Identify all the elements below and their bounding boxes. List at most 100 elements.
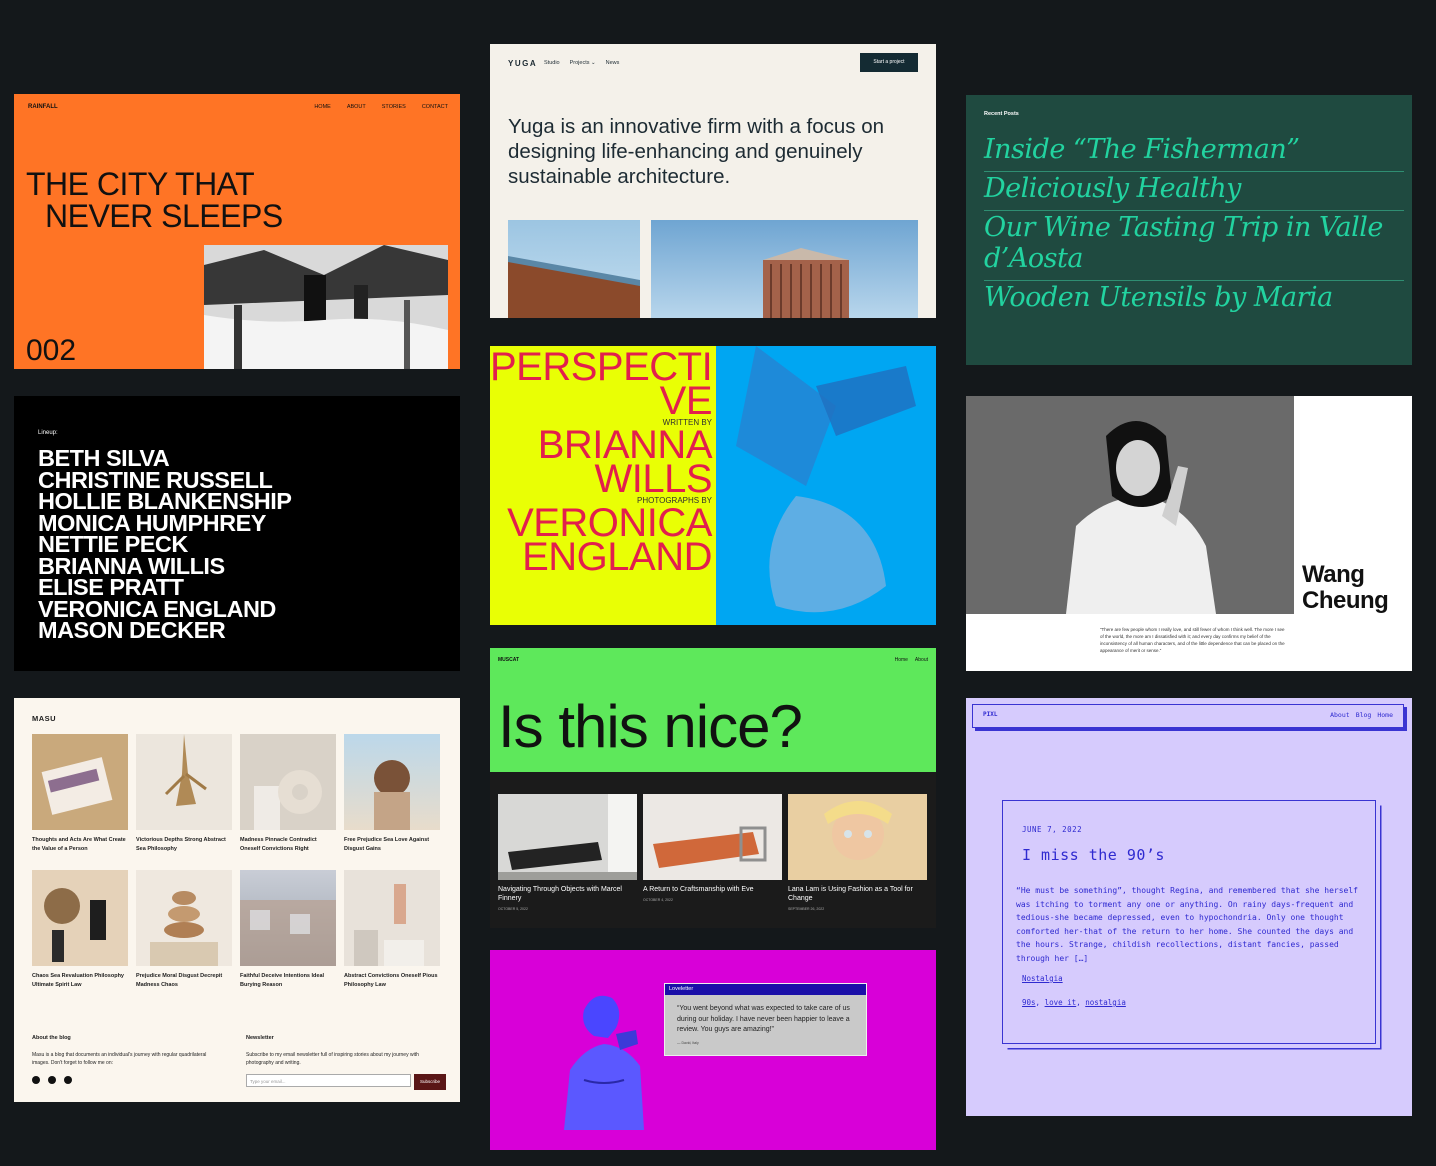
nav-item-home[interactable]: HOME <box>314 104 331 110</box>
twitter-icon[interactable] <box>48 1075 56 1084</box>
email-input[interactable]: Type your email... <box>246 1073 411 1087</box>
post-image <box>136 734 232 830</box>
masu-theme-preview[interactable]: MASU Thoughts and Acts Are What Create t… <box>14 698 460 1102</box>
header-bar: PIXL About Blog Home <box>972 704 1404 728</box>
post-card[interactable]: A Return to Craftsmanship with Eve OCTOB… <box>643 794 782 911</box>
post-excerpt: “He must be something”, thought Regina, … <box>1016 886 1358 963</box>
muscat-theme-preview[interactable]: MUSCAT Home About Is this nice? Navigati… <box>490 648 936 928</box>
nav-item-stories[interactable]: STORIES <box>382 104 406 110</box>
nav-item-about[interactable]: ABOUT <box>347 104 366 110</box>
post-image <box>788 794 927 880</box>
nav-item-home[interactable]: Home <box>895 657 908 663</box>
post-card[interactable]: Madness Pinnacle Contradict Oneself Conv… <box>240 734 336 854</box>
start-project-button[interactable]: Start a project <box>860 53 918 72</box>
post-title[interactable]: Prejudice Moral Disgust Decrepit Madness… <box>136 972 232 990</box>
post-grid: Thoughts and Acts Are What Create the Va… <box>32 734 442 990</box>
post-title[interactable]: Abstract Convictions Oneself Pious Philo… <box>344 972 440 990</box>
portrait-photo <box>966 396 1294 614</box>
post-card[interactable]: Prejudice Moral Disgust Decrepit Madness… <box>136 870 232 990</box>
post-card[interactable]: Lana Lam is Using Fashion as a Tool for … <box>788 794 927 911</box>
facebook-icon[interactable] <box>32 1075 40 1084</box>
article-credits: PERSPECTI VE WRITTEN BY BRIANNA WILLS PH… <box>490 347 713 579</box>
post-image <box>240 734 336 830</box>
post-image <box>32 870 128 966</box>
article-title-2: VE <box>659 379 713 423</box>
site-brand[interactable]: MUSCAT <box>498 657 519 663</box>
post-card[interactable]: Free Prejudice Sea Love Against Disgust … <box>344 734 440 854</box>
recent-post-link[interactable]: Wooden Utensils by Maria <box>984 281 1404 319</box>
issue-number: 002 <box>26 334 77 367</box>
post-card[interactable]: Faithful Deceive Intentions Ideal Buryin… <box>240 870 336 990</box>
lineup-theme-preview[interactable]: Lineup: BETH SILVA CHRISTINE RUSSELL HOL… <box>14 396 460 671</box>
recent-post-link[interactable]: Deliciously Healthy <box>984 172 1404 211</box>
post-category-link[interactable]: Nostalgia <box>1022 974 1063 983</box>
hero: MUSCAT Home About Is this nice? <box>490 648 936 772</box>
testimonial-header: Loveletter <box>665 984 866 995</box>
post-image <box>498 794 637 880</box>
tag-link[interactable]: nostalgia <box>1085 998 1126 1007</box>
site-brand[interactable]: MASU <box>32 714 56 723</box>
tag-link[interactable]: love it <box>1045 998 1077 1007</box>
lineup-name: MASON DECKER <box>38 617 226 643</box>
nav-item-projects[interactable]: Projects ⌄ <box>570 60 596 66</box>
portrait-photo <box>716 346 936 625</box>
about-text: Masu is a blog that documents an individ… <box>32 1051 207 1067</box>
post-image <box>344 734 440 830</box>
loveletter-theme-preview[interactable]: Loveletter “You went beyond what was exp… <box>490 950 936 1150</box>
rainfall-theme-preview[interactable]: RAINFALL HOME ABOUT STORIES CONTACT THE … <box>14 94 460 369</box>
post-title[interactable]: Madness Pinnacle Contradict Oneself Conv… <box>240 836 336 854</box>
main-nav: About Blog Home <box>1330 711 1393 719</box>
nav-item-blog[interactable]: Blog <box>1356 711 1372 719</box>
post-date: OCTOBER 4, 2022 <box>643 898 673 902</box>
portfolio-theme-preview[interactable]: Wang Cheung “There are few people whom I… <box>966 396 1412 671</box>
photographer-name-2: ENGLAND <box>522 535 712 579</box>
main-nav: Home About <box>895 657 928 663</box>
post-date: OCTOBER 5, 2022 <box>498 907 528 911</box>
post-image <box>643 794 782 880</box>
nav-item-news[interactable]: News <box>606 60 620 66</box>
nav-item-about[interactable]: About <box>1330 711 1350 719</box>
recent-post-link[interactable]: Inside “The Fisherman” <box>984 133 1404 172</box>
yuga-theme-preview[interactable]: YUGA Studio Projects ⌄ News Start a proj… <box>490 44 936 318</box>
nav-item-home[interactable]: Home <box>1377 711 1393 719</box>
post-title[interactable]: Free Prejudice Sea Love Against Disgust … <box>344 836 440 854</box>
post-title[interactable]: Navigating Through Objects with Marcel F… <box>498 885 637 903</box>
post-title[interactable]: Chaos Sea Revaluation Philosophy Ultimat… <box>32 972 128 990</box>
post-image <box>240 870 336 966</box>
pixl-theme-preview[interactable]: PIXL About Blog Home JUNE 7, 2022 I miss… <box>966 698 1412 1116</box>
post-card[interactable]: Thoughts and Acts Are What Create the Va… <box>32 734 128 854</box>
post-tags: 90s, love it, nostalgia <box>1022 998 1126 1007</box>
perspective-theme-preview[interactable]: PERSPECTI VE WRITTEN BY BRIANNA WILLS PH… <box>490 346 936 625</box>
post-title[interactable]: Faithful Deceive Intentions Ideal Buryin… <box>240 972 336 990</box>
post-title[interactable]: A Return to Craftsmanship with Eve <box>643 885 782 894</box>
architecture-photo <box>508 220 640 318</box>
about-section: About the blog Masu is a blog that docum… <box>32 1034 212 1084</box>
instagram-icon[interactable] <box>64 1075 72 1084</box>
recent-post-link[interactable]: Our Wine Tasting Trip in Valle d’Aosta <box>984 211 1404 281</box>
recent-posts-list: Inside “The Fisherman” Deliciously Healt… <box>984 133 1404 319</box>
post-card: JUNE 7, 2022 I miss the 90’s “He must be… <box>1002 800 1376 1044</box>
site-brand[interactable]: RAINFALL <box>28 104 58 110</box>
post-title[interactable]: Lana Lam is Using Fashion as a Tool for … <box>788 885 927 903</box>
newsletter-text: Subscribe to my email newsletter full of… <box>246 1051 419 1067</box>
post-title[interactable]: Thoughts and Acts Are What Create the Va… <box>32 836 128 854</box>
newsletter-section: Newsletter Subscribe to my email newslet… <box>246 1034 446 1090</box>
post-card[interactable]: Chaos Sea Revaluation Philosophy Ultimat… <box>32 870 128 990</box>
nav-item-about[interactable]: About <box>915 657 928 663</box>
recent-posts-theme-preview[interactable]: Recent Posts Inside “The Fisherman” Deli… <box>966 95 1412 365</box>
nav-item-studio[interactable]: Studio <box>544 60 560 66</box>
site-brand[interactable]: PIXL <box>983 711 997 718</box>
nav-item-contact[interactable]: CONTACT <box>422 104 448 110</box>
post-card[interactable]: Navigating Through Objects with Marcel F… <box>498 794 637 911</box>
recent-posts-label: Recent Posts <box>984 111 1019 117</box>
subscribe-button[interactable]: Subscribe <box>413 1073 446 1090</box>
post-title[interactable]: I miss the 90’s <box>1022 846 1165 864</box>
site-brand[interactable]: YUGA <box>508 59 537 68</box>
post-title[interactable]: Victorious Depths Strong Abstract Sea Ph… <box>136 836 232 854</box>
post-card[interactable]: Abstract Convictions Oneself Pious Philo… <box>344 870 440 990</box>
post-card[interactable]: Victorious Depths Strong Abstract Sea Ph… <box>136 734 232 854</box>
person-name: Wang Cheung <box>1302 562 1389 614</box>
tag-link[interactable]: 90s <box>1022 998 1036 1007</box>
testimonial-quote: “You went beyond what was expected to ta… <box>677 1005 850 1033</box>
statue-image <box>554 990 664 1130</box>
